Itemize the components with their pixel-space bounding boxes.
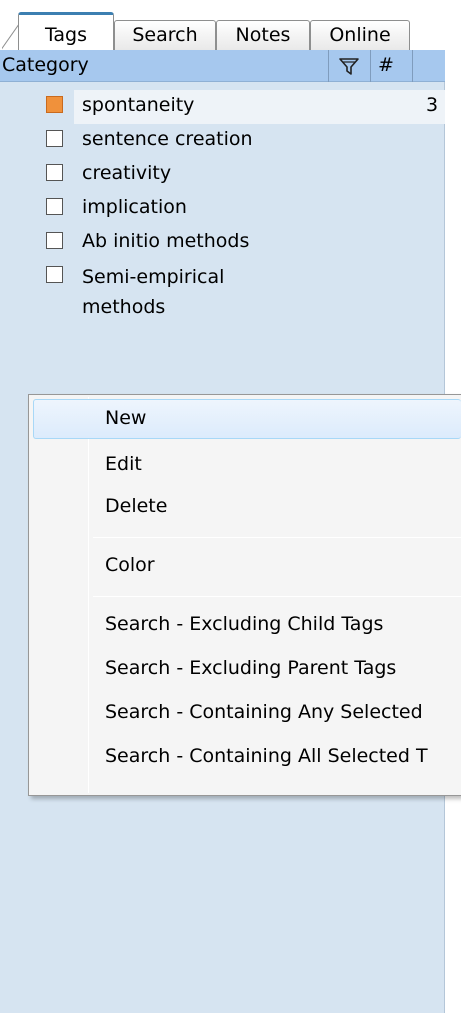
funnel-icon[interactable] [336,53,362,79]
menu-separator [93,596,461,597]
menu-item-search-containing-any-selected[interactable]: Search - Containing Any Selected [33,693,461,733]
tag-list: spontaneity 3 sentence creation creativi… [0,90,445,326]
column-divider[interactable] [370,50,371,82]
tag-item[interactable]: creativity [0,158,445,192]
tag-label-area[interactable]: Ab initio methods [74,226,445,260]
tag-checkbox[interactable] [46,198,63,215]
menu-item-label: Search - Containing Any Selected [105,701,423,723]
tab-search[interactable]: Search [114,20,216,50]
menu-item-label: Edit [105,453,142,475]
context-menu: New Edit Delete Color Search - Excluding… [28,394,461,796]
menu-item-color[interactable]: Color [33,546,461,586]
menu-item-label: Search - Containing All Selected T [105,745,428,767]
tag-label-area[interactable]: creativity [74,158,445,192]
tag-checkbox[interactable] [46,130,63,147]
category-column-header[interactable]: Category [2,54,89,76]
tag-checkbox[interactable] [46,266,63,283]
count-column-header[interactable]: # [378,54,394,76]
menu-item-search-excluding-child-tags[interactable]: Search - Excluding Child Tags [33,605,461,645]
tag-label: spontaneity [82,94,195,116]
tag-checkbox[interactable] [46,164,63,181]
tag-item[interactable]: implication [0,192,445,226]
menu-item-label: Color [105,554,155,576]
tag-label: Semi-empirical methods [82,266,225,318]
menu-item-search-containing-all-selected[interactable]: Search - Containing All Selected T [33,737,461,777]
menu-item-label: New [105,407,147,429]
column-divider[interactable] [328,50,329,82]
menu-item-label: Search - Excluding Parent Tags [105,657,397,679]
tag-item[interactable]: spontaneity 3 [0,90,445,124]
menu-item-label: Search - Excluding Child Tags [105,613,384,635]
tag-color-checkbox[interactable] [46,96,63,113]
menu-item-edit[interactable]: Edit [33,445,461,485]
tag-label-area[interactable]: sentence creation [74,124,445,158]
tag-checkbox[interactable] [46,232,63,249]
tag-item[interactable]: Semi-empirical methods [0,260,445,326]
tag-label-area[interactable]: Semi-empirical methods [74,260,445,326]
column-divider[interactable] [412,50,413,82]
tag-item[interactable]: sentence creation [0,124,445,158]
tag-label: sentence creation [82,128,253,150]
tag-label-area[interactable]: spontaneity [74,90,445,124]
tab-online[interactable]: Online [310,20,410,50]
tag-label-area[interactable]: implication [74,192,445,226]
menu-item-delete[interactable]: Delete [33,487,461,527]
menu-item-label: Delete [105,495,168,517]
tag-label: creativity [82,162,172,184]
tab-notes[interactable]: Notes [216,20,310,50]
tag-count: 3 [426,94,439,116]
tab-strip: Tags Search Notes Online [0,0,445,50]
tag-label: implication [82,196,187,218]
column-header: Category # [0,50,445,82]
tag-item[interactable]: Ab initio methods [0,226,445,260]
menu-item-new[interactable]: New [33,399,461,439]
menu-item-search-excluding-parent-tags[interactable]: Search - Excluding Parent Tags [33,649,461,689]
menu-separator [93,537,461,538]
tag-label: Ab initio methods [82,230,250,252]
tab-tags[interactable]: Tags [18,12,114,50]
